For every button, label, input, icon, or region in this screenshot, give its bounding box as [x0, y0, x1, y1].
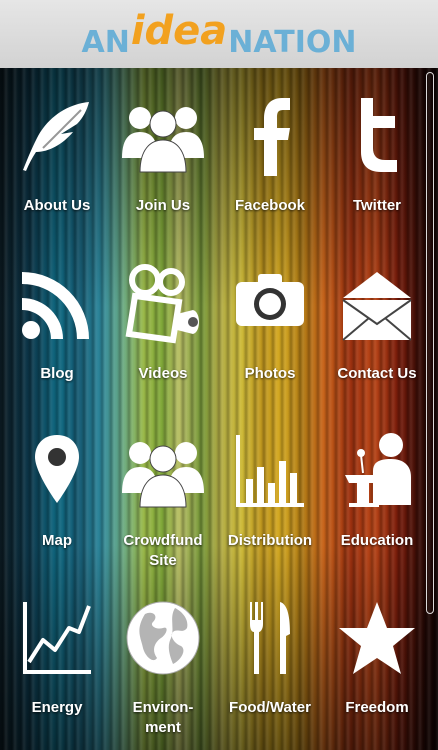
tile-photos[interactable]: Photos: [218, 244, 322, 394]
rss-icon: [22, 272, 89, 339]
tile-crowdfund-site[interactable]: Crowdfund Site: [111, 411, 215, 569]
scrollbar[interactable]: [426, 72, 434, 614]
tile-label: Crowdfund Site: [123, 532, 203, 569]
logo-text-idea: idea: [130, 8, 228, 54]
tile-distribution[interactable]: Distribution: [218, 411, 322, 561]
logo-text-an: AN: [81, 25, 130, 60]
tile-label: Education: [340, 532, 414, 549]
tile-label: Environ- ment: [132, 699, 194, 736]
tile-label: Freedom: [345, 699, 409, 716]
facebook-icon: [254, 98, 290, 176]
tile-map[interactable]: Map: [5, 411, 109, 561]
app-logo[interactable]: ANideaNATION: [81, 11, 357, 60]
envelope-icon: [342, 272, 412, 341]
group-icon: [122, 442, 204, 508]
line-chart-icon: [23, 602, 91, 674]
tile-food-water[interactable]: Food/Water: [218, 578, 322, 728]
tile-about-us[interactable]: About Us: [5, 76, 109, 226]
tile-label: Distribution: [227, 532, 313, 549]
tile-energy[interactable]: Energy: [5, 578, 109, 728]
tile-label: About Us: [23, 197, 91, 214]
tile-label: Facebook: [234, 197, 306, 214]
tile-label: Videos: [138, 365, 188, 382]
feather-icon: [23, 102, 89, 171]
bar-chart-icon: [236, 435, 304, 507]
globe-icon: [126, 601, 200, 675]
tile-label: Map: [42, 532, 72, 549]
tile-environment[interactable]: Environ- ment: [111, 578, 215, 736]
tile-label: Energy: [31, 699, 83, 716]
tile-join-us[interactable]: Join Us: [111, 76, 215, 226]
tile-blog[interactable]: Blog: [5, 244, 109, 394]
tile-label: Blog: [40, 365, 74, 382]
map-pin-icon: [35, 435, 79, 503]
tile-label: Twitter: [352, 197, 402, 214]
speaker-podium-icon: [345, 433, 411, 507]
menu-grid: About Us Join Us Facebook Twitter Blog V…: [0, 68, 438, 750]
camera-icon: [236, 274, 304, 326]
tile-label: Join Us: [135, 197, 191, 214]
star-icon: [339, 602, 415, 674]
tile-twitter[interactable]: Twitter: [325, 76, 429, 226]
tile-label: Food/Water: [229, 699, 311, 716]
group-icon: [122, 107, 204, 173]
logo-text-nation: NATION: [228, 25, 357, 60]
tile-videos[interactable]: Videos: [111, 244, 215, 394]
tile-label: Contact Us: [337, 365, 417, 382]
tile-label: Photos: [244, 365, 296, 382]
tile-freedom[interactable]: Freedom: [325, 578, 429, 728]
fork-knife-icon: [250, 602, 290, 674]
twitter-icon: [361, 98, 397, 172]
app-header: ANideaNATION: [0, 0, 438, 68]
tile-facebook[interactable]: Facebook: [218, 76, 322, 226]
tile-contact-us[interactable]: Contact Us: [325, 244, 429, 394]
video-camera-icon: [125, 264, 199, 344]
tile-education[interactable]: Education: [325, 411, 429, 561]
